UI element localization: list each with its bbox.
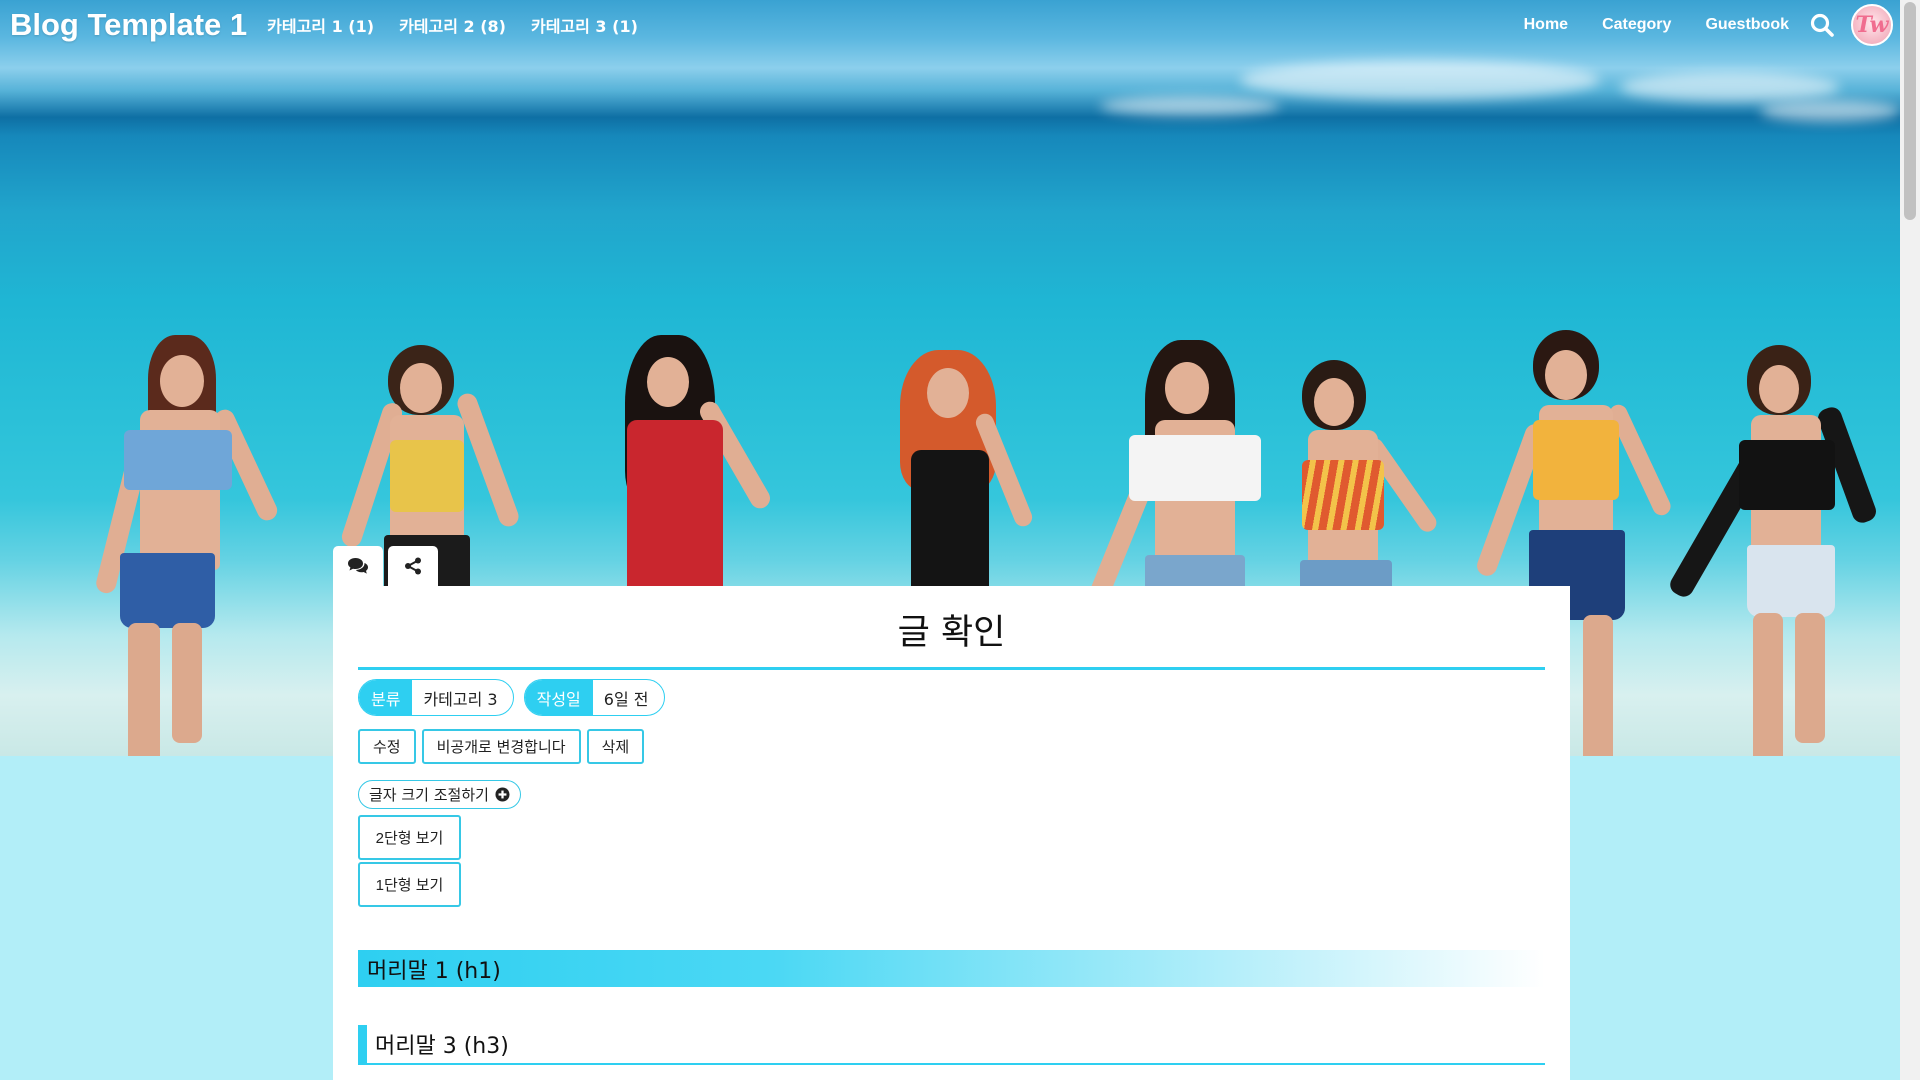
- one-column-view-button[interactable]: 1단형 보기: [358, 862, 461, 907]
- category-link-1[interactable]: 카테고리 1 (1): [267, 13, 374, 37]
- article-meta: 분류 카테고리 3 작성일 6일 전: [358, 679, 665, 716]
- category-links: 카테고리 1 (1) 카테고리 2 (8) 카테고리 3 (1): [267, 13, 638, 37]
- heading-h3: 머리말 3 (h3): [358, 1025, 1545, 1065]
- right-navigation: Home Category Guestbook Tw: [1524, 0, 1900, 50]
- nav-home-link[interactable]: Home: [1524, 16, 1568, 34]
- two-column-view-button[interactable]: 2단형 보기: [358, 815, 461, 860]
- page-title: 글 확인: [358, 604, 1545, 670]
- comments-icon: [348, 558, 368, 574]
- font-size-label: 글자 크기 조절하기: [369, 786, 489, 804]
- font-size-control[interactable]: 글자 크기 조절하기: [358, 780, 521, 809]
- category-badge-value: 카테고리 3: [423, 689, 498, 709]
- make-private-button[interactable]: 비공개로 변경합니다: [421, 729, 581, 764]
- share-icon: [405, 557, 421, 575]
- category-badge-key: 분류: [359, 680, 413, 715]
- share-tab-button[interactable]: [388, 546, 438, 586]
- heading-h1: 머리말 1 (h1): [358, 950, 1545, 987]
- scrollbar-thumb[interactable]: [1904, 2, 1916, 220]
- category-link-3[interactable]: 카테고리 3 (1): [531, 13, 638, 37]
- page-scrollbar[interactable]: [1900, 0, 1920, 1080]
- avatar[interactable]: Tw: [1851, 4, 1893, 46]
- category-link-2[interactable]: 카테고리 2 (8): [399, 13, 506, 37]
- article-actions: 수정 비공개로 변경합니다 삭제: [358, 729, 645, 764]
- date-badge-key: 작성일: [524, 680, 593, 715]
- date-badge-value: 6일 전: [603, 689, 649, 709]
- blog-title[interactable]: Blog Template 1: [10, 7, 247, 43]
- plus-circle-icon: [495, 787, 510, 802]
- edit-button[interactable]: 수정: [358, 729, 416, 764]
- search-icon[interactable]: [1809, 12, 1835, 38]
- category-badge[interactable]: 분류 카테고리 3: [358, 679, 514, 716]
- date-badge: 작성일 6일 전: [523, 679, 665, 716]
- avatar-glyph: Tw: [1855, 12, 1889, 38]
- delete-button[interactable]: 삭제: [586, 729, 645, 764]
- nav-category-link[interactable]: Category: [1602, 16, 1671, 34]
- nav-guestbook-link[interactable]: Guestbook: [1705, 16, 1789, 34]
- article-card: 글 확인 분류 카테고리 3 작성일 6일 전 수정 비공개로 변경합니다 삭제…: [333, 586, 1570, 1080]
- comments-tab-button[interactable]: [333, 546, 383, 586]
